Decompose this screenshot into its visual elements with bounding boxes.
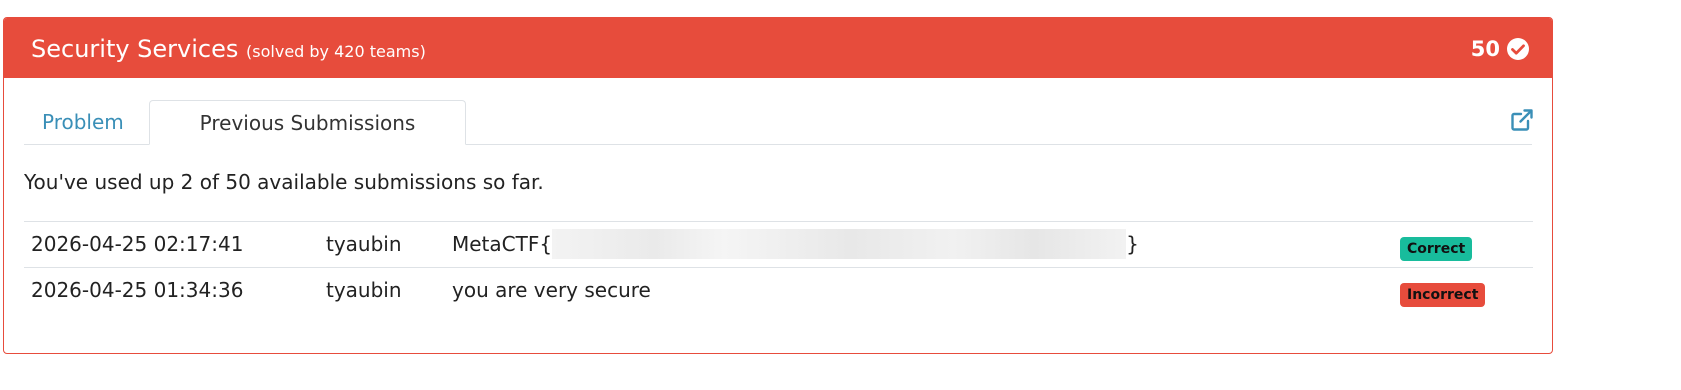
external-link-icon[interactable] <box>1510 108 1534 132</box>
challenge-header[interactable]: Security Services (solved by 420 teams) … <box>4 18 1552 78</box>
submission-user: tyaubin <box>326 232 402 256</box>
submission-flag: you are very secure <box>452 278 651 302</box>
challenge-tabs: Problem Previous Submissions <box>24 100 1532 145</box>
check-circle-icon <box>1506 37 1530 61</box>
flag-prefix: MetaCTF{ <box>452 232 553 256</box>
table-row: 2026-04-25 01:34:36 tyaubin you are very… <box>24 268 1533 313</box>
redacted-flag-content <box>552 228 1127 259</box>
submissions-usage-text: You've used up 2 of 50 available submiss… <box>24 170 544 194</box>
submission-time: 2026-04-25 02:17:41 <box>31 232 244 256</box>
points-value: 50 <box>1470 37 1500 61</box>
status-badge: Incorrect <box>1400 280 1486 307</box>
flag-suffix: } <box>1126 232 1139 256</box>
table-row: 2026-04-25 02:17:41 tyaubin MetaCTF{} Co… <box>24 222 1533 268</box>
submission-time: 2026-04-25 01:34:36 <box>31 278 244 302</box>
tab-previous-submissions[interactable]: Previous Submissions <box>149 100 466 145</box>
tab-problem[interactable]: Problem <box>24 100 142 144</box>
submission-user: tyaubin <box>326 278 402 302</box>
solved-count: (solved by 420 teams) <box>246 42 426 61</box>
challenge-points: 50 <box>1471 34 1530 64</box>
status-badge: Correct <box>1400 234 1473 261</box>
challenge-card: Security Services (solved by 420 teams) … <box>3 17 1553 354</box>
status-badge-label: Incorrect <box>1400 283 1486 307</box>
status-badge-label: Correct <box>1400 237 1473 261</box>
submissions-table: 2026-04-25 02:17:41 tyaubin MetaCTF{} Co… <box>24 221 1533 313</box>
submission-flag: MetaCTF{} <box>452 222 1139 267</box>
challenge-name: Security Services <box>31 35 239 63</box>
challenge-title: Security Services (solved by 420 teams) <box>31 34 426 67</box>
